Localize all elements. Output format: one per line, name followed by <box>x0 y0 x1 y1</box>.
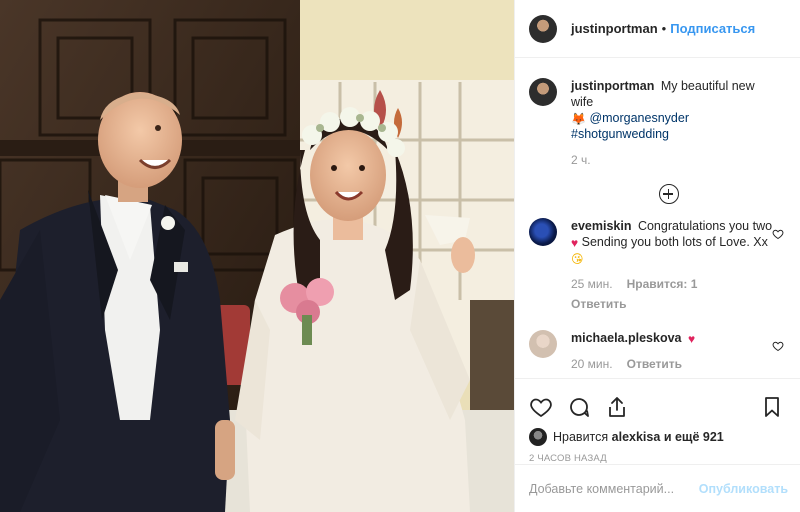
red-heart-emoji-icon: ♥ <box>687 332 696 346</box>
post-header: justinportman • Подписаться <box>515 0 800 58</box>
comment-body: evemiskin Congratulations you two ♥ Send… <box>571 218 776 312</box>
share-upload-icon[interactable] <box>605 395 629 419</box>
caption-time[interactable]: 2 ч. <box>571 152 591 168</box>
post-sidebar: justinportman • Подписаться justinportma… <box>514 0 800 512</box>
follow-button[interactable]: Подписаться <box>670 21 755 36</box>
author-username[interactable]: justinportman <box>571 21 658 36</box>
wedding-photo <box>0 0 514 512</box>
caption-mention-link[interactable]: @morganesnyder <box>589 111 689 125</box>
reply-button[interactable]: Ответить <box>627 356 682 372</box>
kiss-emoji-icon: 😘 <box>571 252 584 266</box>
author-avatar[interactable] <box>529 14 557 43</box>
liker-username[interactable]: alexkisa <box>612 430 661 444</box>
caption-username[interactable]: justinportman <box>571 79 654 93</box>
caption-meta: 2 ч. <box>571 152 776 168</box>
post-timestamp[interactable]: 2 ЧАСОВ НАЗАД <box>529 453 784 464</box>
instagram-post: justinportman • Подписаться justinportma… <box>0 0 800 512</box>
likes-prefix: Нравится <box>553 430 609 444</box>
post-photo[interactable] <box>0 0 514 512</box>
comment-meta: 25 мин. Нравится: 1 <box>571 276 776 292</box>
comments-list: justinportman My beautiful new wife 🦊 @m… <box>515 58 800 378</box>
add-comment-bar: Опубликовать <box>515 464 800 512</box>
caption: justinportman My beautiful new wife 🦊 @m… <box>529 78 784 168</box>
comment-text-continued: Sending you both lots of Love. Xx <box>581 235 768 249</box>
comment-time[interactable]: 25 мин. <box>571 276 613 292</box>
load-more-comments-button[interactable] <box>529 184 784 204</box>
comment-username[interactable]: michaela.pleskova <box>571 331 681 345</box>
comment-actions: Ответить <box>571 296 776 312</box>
separator-dot: • <box>661 21 667 36</box>
reply-button[interactable]: Ответить <box>571 296 626 312</box>
bookmark-save-icon[interactable] <box>760 395 784 419</box>
caption-body: justinportman My beautiful new wife 🦊 @m… <box>571 78 776 168</box>
comment-input[interactable] <box>529 481 699 496</box>
post-actions-section: Нравится alexkisa и ещё 921 2 ЧАСОВ НАЗА… <box>515 378 800 464</box>
comment-item: evemiskin Congratulations you two ♥ Send… <box>529 218 784 312</box>
red-heart-emoji-icon: ♥ <box>571 236 579 250</box>
comment-text: Congratulations you two <box>637 219 773 233</box>
publish-button[interactable]: Опубликовать <box>699 482 788 496</box>
caption-hashtag-link[interactable]: #shotgunwedding <box>571 127 669 141</box>
comment-likes-count[interactable]: Нравится: 1 <box>627 276 698 292</box>
like-comment-heart-icon[interactable] <box>772 228 784 240</box>
comment-avatar[interactable] <box>529 330 557 358</box>
comment-meta: 20 мин. Ответить <box>571 356 776 372</box>
action-bar <box>529 387 784 427</box>
likes-summary: Нравится alexkisa и ещё 921 <box>529 427 784 447</box>
caption-avatar[interactable] <box>529 78 557 106</box>
comment-time[interactable]: 20 мин. <box>571 356 613 372</box>
fox-emoji-icon: 🦊 <box>571 112 586 126</box>
comment-item: michaela.pleskova ♥ 20 мин. Ответить <box>529 330 784 372</box>
comment-body: michaela.pleskova ♥ 20 мин. Ответить <box>571 330 776 372</box>
comment-username[interactable]: evemiskin <box>571 219 631 233</box>
like-comment-heart-icon[interactable] <box>772 340 784 352</box>
plus-circle-icon <box>658 184 679 204</box>
comment-avatar[interactable] <box>529 218 557 246</box>
comment-bubble-icon[interactable] <box>567 395 591 419</box>
like-heart-icon[interactable] <box>529 395 553 419</box>
likes-others-count[interactable]: и ещё 921 <box>664 430 724 444</box>
liker-avatar[interactable] <box>529 428 547 446</box>
